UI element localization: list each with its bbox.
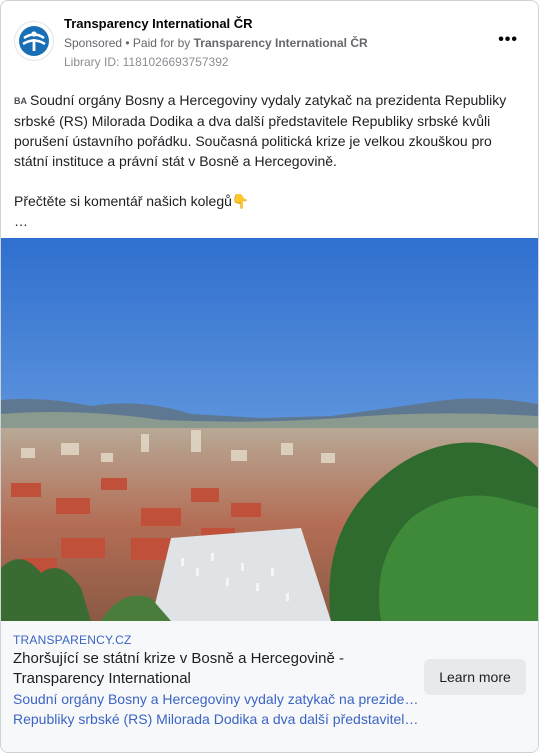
paid-for-prefix: Paid for by <box>132 36 194 50</box>
link-description-line-1: Soudní orgány Bosny a Hercegoviny vydaly… <box>13 691 421 707</box>
sponsored-line: Sponsored • Paid for by Transparency Int… <box>64 36 368 50</box>
library-id: Library ID: 1181026693757392 <box>64 55 229 69</box>
link-domain[interactable]: TRANSPARENCY.CZ <box>13 633 132 647</box>
more-options-icon[interactable]: ••• <box>498 31 518 49</box>
ad-card: Transparency International ČR Sponsored … <box>0 0 539 753</box>
paid-for-by: Transparency International ČR <box>193 36 368 50</box>
post-header: Transparency International ČR Sponsored … <box>13 13 526 73</box>
sarajevo-city-photo[interactable] <box>1 238 538 621</box>
see-more-ellipsis[interactable]: … <box>14 211 526 231</box>
learn-more-button[interactable]: Learn more <box>424 659 526 695</box>
post-text: BA Soudní orgány Bosny a Hercegoviny vyda… <box>14 90 526 231</box>
bosnia-flag-icon: BA <box>14 96 27 106</box>
sponsored-label: Sponsored <box>64 36 123 50</box>
advertiser-name[interactable]: Transparency International ČR <box>64 16 253 31</box>
link-headline[interactable]: Zhoršující se státní krize v Bosně a Her… <box>13 649 408 689</box>
meta-separator: • <box>122 36 133 50</box>
post-paragraph-1-text: Soudní orgány Bosny a Hercegoviny vydaly… <box>14 92 507 169</box>
post-paragraph-2: Přečtěte si komentář našich kolegů👇 <box>14 193 250 209</box>
advertiser-avatar[interactable] <box>14 21 54 61</box>
link-preview[interactable]: TRANSPARENCY.CZ Zhoršující se státní kri… <box>1 621 538 752</box>
transparency-logo-icon <box>19 26 49 56</box>
link-description[interactable]: Soudní orgány Bosny a Hercegoviny vydaly… <box>13 689 421 729</box>
link-description-line-2: Republiky srbské (RS) Milorada Dodika a … <box>13 711 421 727</box>
post-paragraph-1: BA Soudní orgány Bosny a Hercegoviny vyda… <box>14 90 526 171</box>
